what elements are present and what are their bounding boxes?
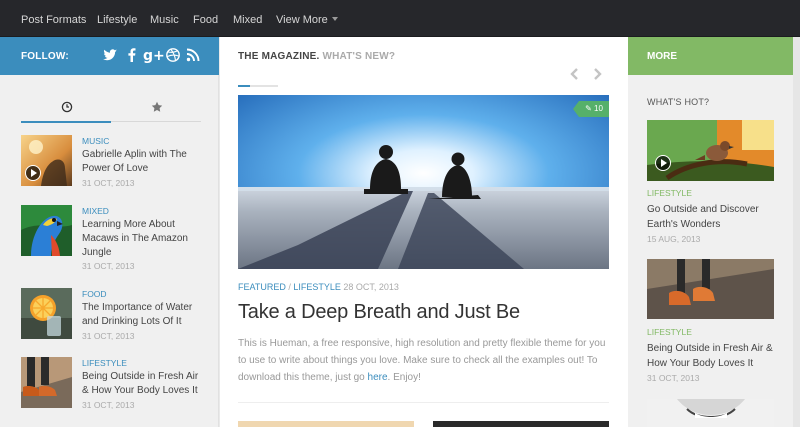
chevron-right-icon[interactable] — [592, 67, 604, 81]
post-date: 31 OCT, 2013 — [82, 261, 135, 271]
main-content: THE MAGAZINE. WHAT'S NEW? ✎ 10 FEATURED … — [220, 37, 628, 427]
post-title[interactable]: Being Outside in Fresh Air & How Your Bo… — [647, 341, 787, 371]
post-category[interactable]: LIFESTYLE — [647, 327, 692, 337]
post-thumbnail-partial[interactable] — [433, 421, 609, 427]
post-thumbnail[interactable] — [21, 357, 72, 408]
post-date: 31 OCT, 2013 — [82, 178, 135, 188]
nav-item-lifestyle[interactable]: Lifestyle — [97, 0, 137, 37]
play-icon[interactable] — [25, 165, 41, 181]
download-link[interactable]: here — [368, 372, 388, 383]
left-sidebar: FOLLOW: g+ MUSIC Gabrielle Aplin with Th… — [0, 37, 219, 427]
top-navigation: Post Formats Lifestyle Music Food Mixed … — [0, 0, 800, 37]
rss-icon[interactable] — [185, 47, 203, 65]
tab-popular[interactable] — [111, 95, 201, 122]
facebook-icon[interactable] — [124, 47, 142, 65]
tab-recent[interactable] — [21, 95, 111, 123]
star-icon — [151, 101, 163, 112]
more-label: MORE — [647, 51, 677, 62]
section-heading: THE MAGAZINE. WHAT'S NEW? — [238, 37, 395, 75]
twitter-icon[interactable] — [102, 47, 120, 65]
play-icon[interactable] — [655, 155, 671, 171]
post-thumbnail[interactable] — [647, 120, 774, 181]
whats-hot-heading: WHAT'S HOT? — [647, 97, 710, 107]
follow-bar: FOLLOW: g+ — [0, 37, 219, 75]
post-category[interactable]: LIFESTYLE — [647, 188, 692, 198]
follow-label: FOLLOW: — [21, 51, 69, 62]
chevron-down-icon — [331, 17, 338, 21]
nav-item-post-formats[interactable]: Post Formats — [21, 0, 86, 37]
post-date: 28 OCT, 2013 — [343, 282, 399, 292]
post-thumbnail[interactable] — [647, 399, 774, 427]
post-excerpt: This is Hueman, a free responsive, high … — [238, 335, 610, 386]
sidebar-tabs — [21, 95, 201, 123]
comment-count: 10 — [594, 104, 603, 113]
list-item[interactable]: LIFESTYLE Being Outside in Fresh Air & H… — [21, 357, 206, 417]
post-thumbnail[interactable] — [21, 135, 72, 186]
nav-item-view-more-label: View More — [276, 14, 328, 26]
post-category-lifestyle[interactable]: LIFESTYLE — [293, 282, 341, 292]
post-date: 31 OCT, 2013 — [82, 400, 135, 410]
clock-icon — [61, 101, 73, 113]
list-item[interactable]: FOOD The Importance of Water and Drinkin… — [21, 288, 206, 348]
post-title[interactable]: Learning More About Macaws in The Amazon… — [82, 218, 206, 260]
post-title[interactable]: Take a Deep Breath and Just Be — [238, 301, 520, 324]
more-bar: MORE — [628, 37, 793, 75]
comment-count-badge[interactable]: ✎ 10 — [573, 101, 609, 117]
post-thumbnail[interactable] — [21, 288, 72, 339]
slider-indicator — [238, 85, 278, 87]
post-category[interactable]: MIXED — [82, 206, 109, 216]
comment-icon: ✎ — [585, 104, 595, 113]
chevron-left-icon[interactable] — [568, 67, 580, 81]
section-subtitle: WHAT'S NEW? — [322, 51, 396, 62]
scrollbar[interactable] — [793, 37, 800, 427]
post-thumbnail[interactable] — [21, 205, 72, 256]
post-date: 31 OCT, 2013 — [647, 373, 700, 383]
excerpt-end: . Enjoy! — [387, 372, 421, 383]
post-category[interactable]: MUSIC — [82, 136, 109, 146]
post-title[interactable]: The Importance of Water and Drinking Lot… — [82, 301, 206, 329]
divider — [238, 402, 609, 403]
post-category-featured[interactable]: FEATURED — [238, 282, 286, 292]
post-category[interactable]: LIFESTYLE — [82, 358, 127, 368]
excerpt-text: This is Hueman, a free responsive, high … — [238, 338, 606, 383]
post-meta: FEATURED / LIFESTYLE 28 OCT, 2013 — [238, 282, 399, 292]
post-category[interactable]: FOOD — [82, 289, 107, 299]
featured-image[interactable]: ✎ 10 — [238, 95, 609, 269]
nav-item-mixed[interactable]: Mixed — [233, 0, 262, 37]
google-plus-icon[interactable]: g+ — [143, 47, 165, 65]
list-item[interactable]: MUSIC Gabrielle Aplin with The Power Of … — [21, 135, 206, 195]
right-sidebar: MORE WHAT'S HOT? LIFESTYLE Go Outside an… — [628, 37, 793, 427]
dribbble-icon[interactable] — [165, 47, 183, 65]
section-title: THE MAGAZINE. — [238, 51, 320, 62]
nav-item-view-more[interactable]: View More — [276, 0, 338, 37]
post-thumbnail-partial[interactable] — [238, 421, 414, 427]
post-title[interactable]: Being Outside in Fresh Air & How Your Bo… — [82, 370, 206, 398]
post-thumbnail[interactable] — [647, 259, 774, 319]
post-date: 31 OCT, 2013 — [82, 331, 135, 341]
nav-item-food[interactable]: Food — [193, 0, 218, 37]
list-item[interactable]: MIXED Learning More About Macaws in The … — [21, 205, 206, 271]
post-title[interactable]: Go Outside and Discover Earth's Wonders — [647, 202, 787, 232]
post-date: 15 AUG, 2013 — [647, 234, 701, 244]
post-title[interactable]: Gabrielle Aplin with The Power Of Love — [82, 148, 206, 176]
nav-item-music[interactable]: Music — [150, 0, 179, 37]
